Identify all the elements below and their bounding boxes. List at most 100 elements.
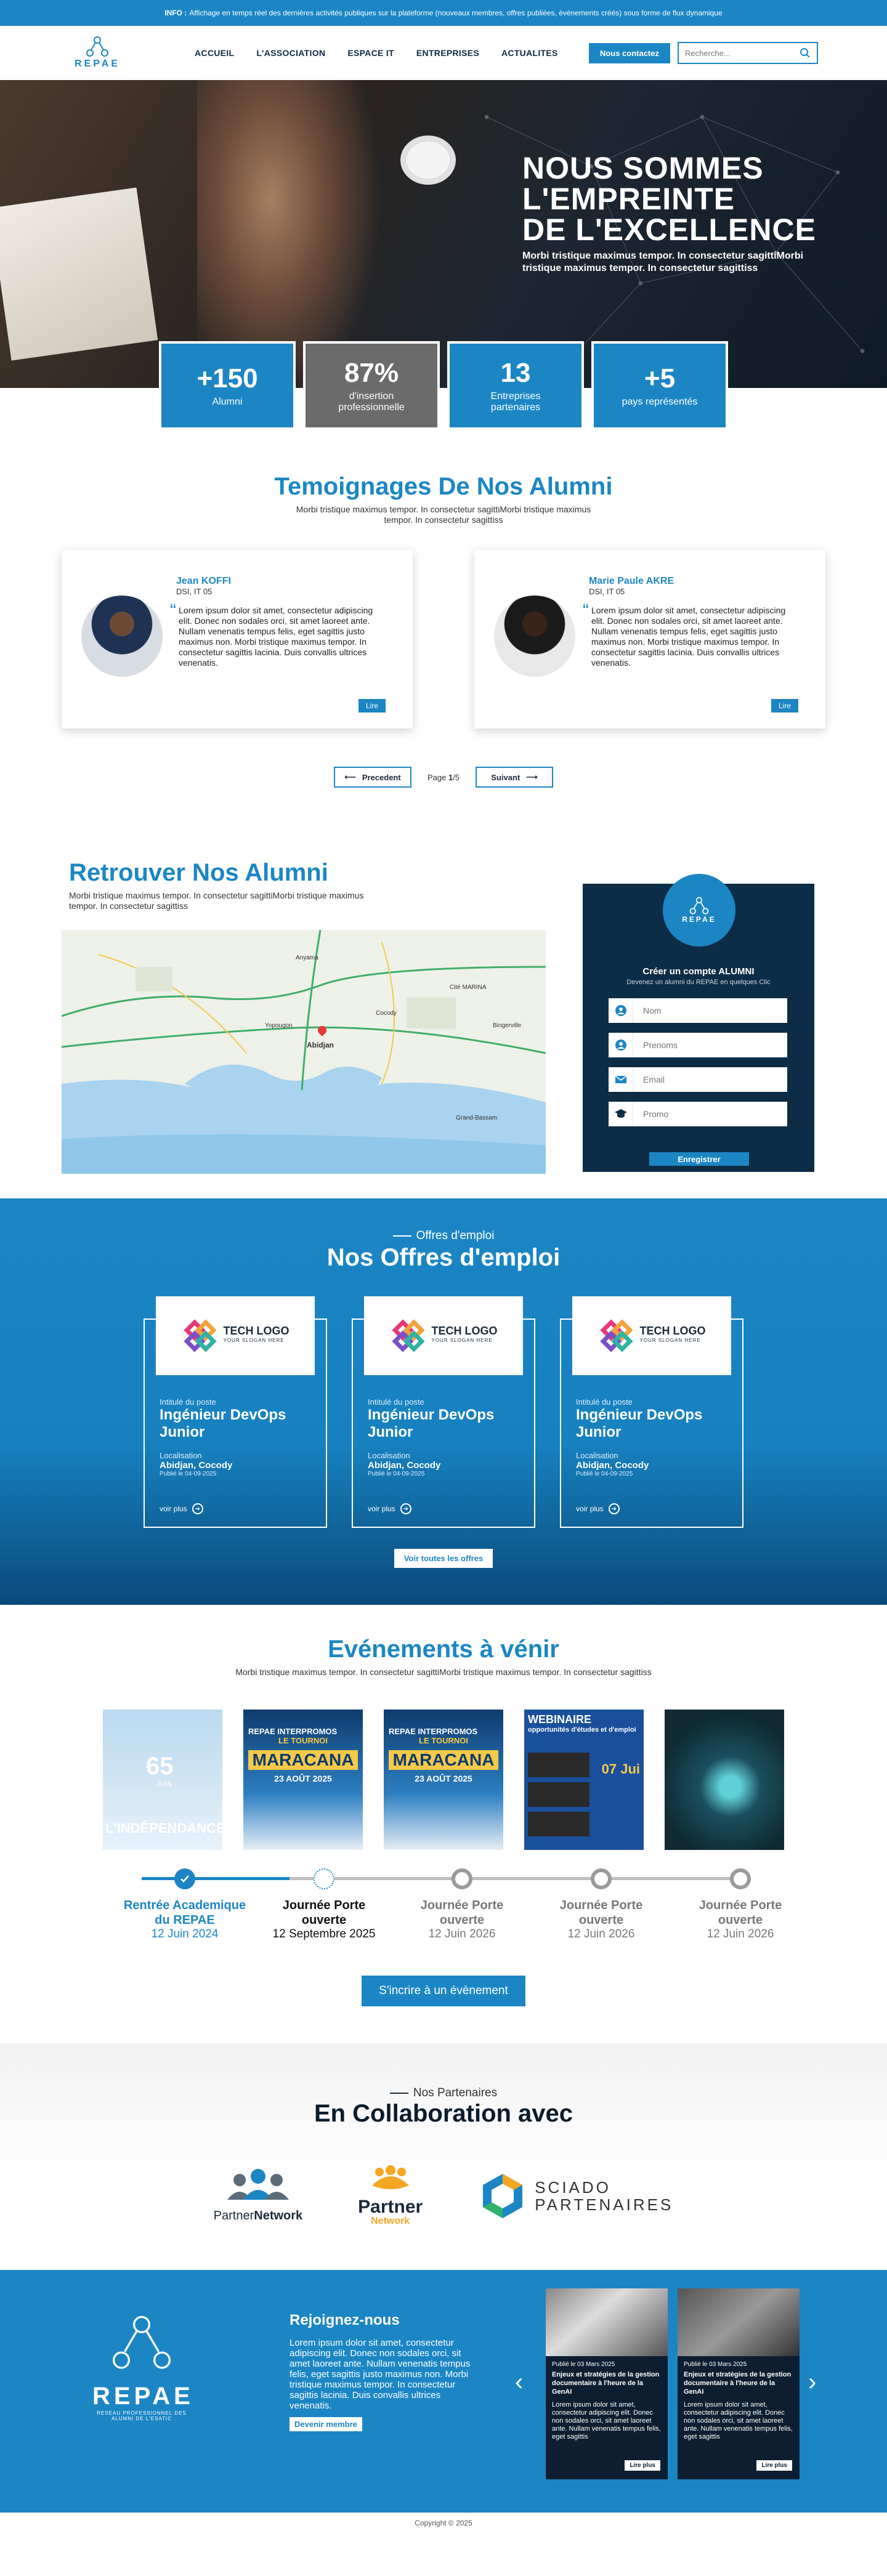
hero-title-line: DE L'EXCELLENCE [522,212,816,247]
nav-entreprises[interactable]: ENTREPRISES [416,48,479,58]
chevron-left-icon[interactable]: ‹ [515,2368,523,2396]
stat-label: Alumni [212,397,243,407]
timeline-item[interactable]: Journée Porte ouverte 12 Juin 2026 [400,1868,524,1941]
news-card[interactable]: Publié le 03 Mars 2025 Enjeux et stratég… [546,2288,668,2479]
event-poster[interactable]: 65 Ans L'INDÉPENDANCE [103,1710,225,1850]
pagination: ⟵ Precedent Page 1/5 Suivant ⟶ [0,767,887,822]
see-more-link[interactable]: voir plus ➜ [576,1503,620,1514]
site-logo[interactable]: REPAE [69,33,126,73]
alumni-map[interactable]: Abidjan Cité MARINA Bingerville Anyama Y… [62,930,546,1174]
promo-input[interactable] [633,1102,787,1126]
read-button[interactable]: Lire [358,699,386,713]
alumni-subtitle: Morbi tristique maximus tempor. In conse… [69,890,364,911]
stat-insertion: 87% d'insertion professionnelle [303,341,440,430]
footer-logo[interactable]: REPAE RESEAU PROFESSIONNEL DES ALUMNI DE… [92,2309,191,2421]
people-group-icon [371,2165,409,2189]
contact-button[interactable]: Nous contactez [588,42,670,63]
news-title: Enjeux et stratégies de la gestion docum… [684,2371,792,2396]
logo-name: TECH LOGO [639,1325,706,1337]
nav-association[interactable]: L'ASSOCIATION [256,48,325,58]
email-input[interactable] [633,1067,787,1092]
timeline-date: 12 Juin 2026 [428,1928,496,1940]
search-input[interactable] [685,48,790,58]
timeline-item[interactable]: Journée Porte ouverte 12 Juin 2026 [540,1868,663,1941]
nom-input[interactable] [633,998,787,1023]
job-card[interactable]: TECH LOGO YOUR SLOGAN HERE Intitulé du po… [352,1296,535,1528]
timeline-item[interactable]: Rentrée Academique du REPAE 12 Juin 2024 [123,1868,246,1941]
event-posters: 65 Ans L'INDÉPENDANCE REPAE INTERPROMOS … [0,1710,887,1850]
timeline-title: Rentrée Academique du REPAE [123,1899,246,1927]
nav-actualites[interactable]: ACTUALITES [501,48,558,58]
see-more-link[interactable]: voir plus ➜ [160,1503,203,1514]
company-logo: TECH LOGO YOUR SLOGAN HERE [364,1296,523,1375]
logo-text: TECH LOGO YOUR SLOGAN HERE [639,1325,706,1346]
hero-subtitle: Morbi tristique maximus tempor. In conse… [522,251,804,273]
prenom-input[interactable] [633,1033,787,1057]
register-event-button[interactable]: S'incrire à un évènement [362,1976,525,2006]
chevron-right-icon[interactable]: › [808,2368,816,2396]
prev-button[interactable]: ⟵ Precedent [333,767,411,788]
partner-logo[interactable]: Partner Network [358,2165,423,2227]
event-poster[interactable]: REPAE INTERPROMOS LE TOURNOI MARACANA 23… [384,1710,503,1850]
event-poster[interactable] [665,1710,784,1850]
poster-date: 23 AOÛT 2025 [415,1774,472,1783]
arrow-circle-icon: ➜ [192,1503,203,1514]
stat-number: +150 [196,363,258,394]
hero-cup-image [407,142,450,179]
alumni-map-column: Retrouver Nos Alumni Morbi tristique max… [62,859,546,1174]
all-offers-button[interactable]: Voir toutes les offres [394,1549,493,1568]
signup-title: Créer un compte ALUMNI [642,966,755,977]
event-poster[interactable]: REPAE INTERPROMOS LE TOURNOI MARACANA 23… [243,1710,363,1850]
job-card[interactable]: TECH LOGO YOUR SLOGAN HERE Intitulé du po… [560,1296,743,1528]
job-card[interactable]: TECH LOGO YOUR SLOGAN HERE Intitulé du po… [144,1296,327,1528]
job-cards: TECH LOGO YOUR SLOGAN HERE Intitulé du po… [0,1296,887,1528]
read-button[interactable]: Lire [771,699,798,713]
timeline-title: Journée Porte ouverte [420,1899,504,1927]
testimonials-title: Temoignages De Nos Alumni [274,473,613,500]
poster-date: 23 AOÛT 2025 [274,1774,332,1783]
signup-logo: REPAE [663,874,735,947]
job-title-key: Intitulé du poste [576,1397,633,1407]
read-more-button[interactable]: Lire plus [756,2460,792,2471]
partner-name-sub: PARTENAIRES [535,2195,674,2214]
poster-subtext: Ans [157,1779,172,1788]
arrow-right-icon: ⟶ [526,772,538,781]
read-more-button[interactable]: Lire plus [625,2460,660,2471]
logo-slogan: YOUR SLOGAN HERE [223,1338,285,1343]
news-card[interactable]: Publié le 03 Mars 2025 Enjeux et stratég… [678,2288,800,2479]
main-nav: ACCUEIL L'ASSOCIATION ESPACE IT ENTREPRI… [195,48,558,58]
logo-text: TECH LOGO YOUR SLOGAN HERE [223,1325,290,1346]
news-date: Publié le 03 Mars 2025 [684,2361,747,2368]
job-location-key: Localisation [368,1451,410,1460]
job-info: Intitulé du poste Ingénieur DevOps Junio… [576,1397,730,1477]
logo-text: REPAE [75,59,120,69]
job-info: Intitulé du poste Ingénieur DevOps Junio… [368,1397,522,1477]
nav-espace-it[interactable]: ESPACE IT [347,48,394,58]
prenom-row [609,1033,787,1057]
job-title: Ingénieur DevOps Junior [576,1407,703,1440]
logo-slogan: YOUR SLOGAN HERE [431,1338,493,1343]
search-icon[interactable] [800,47,811,59]
become-member-button[interactable]: Devenir membre [290,2417,362,2431]
job-date: Publié le 04-09-2025 [576,1471,633,1477]
header-actions: Nous contactez [588,42,818,64]
event-poster[interactable]: WEBINAIRE opportunités d'études et d'emp… [524,1710,644,1850]
nav-accueil[interactable]: ACCUEIL [195,48,234,58]
partners-kicker: Nos Partenaires [0,2086,887,2100]
register-button[interactable]: Enregistrer [649,1152,749,1166]
next-button[interactable]: Suivant ⟶ [476,767,554,788]
partner-logo[interactable]: SCIADO PARTENAIRES [478,2171,673,2221]
see-more-link[interactable]: voir plus ➜ [368,1503,411,1514]
partner-logo[interactable]: PartnerNetwork [214,2168,302,2223]
company-logo: TECH LOGO YOUR SLOGAN HERE [156,1296,315,1375]
signup-form [609,998,787,1136]
jobs-section: Offres d'emploi Nos Offres d'emploi TECH… [0,1198,887,1605]
poster-subtext: LE TOURNOI [278,1736,328,1745]
events-section: Evénements à vénir Morbi tristique maxim… [0,1605,887,2043]
hero-title-line: L'EMPREINTE [522,182,735,216]
job-location: Abidjan, Cocody [160,1460,233,1471]
timeline-item[interactable]: Journée Porte ouverte 12 Juin 2026 [679,1868,802,1941]
job-location-key: Localisation [160,1451,202,1460]
footer: REPAE RESEAU PROFESSIONNEL DES ALUMNI DE… [0,2270,887,2513]
timeline-item[interactable]: Journée Porte ouverte 12 Septembre 2025 [262,1868,386,1941]
